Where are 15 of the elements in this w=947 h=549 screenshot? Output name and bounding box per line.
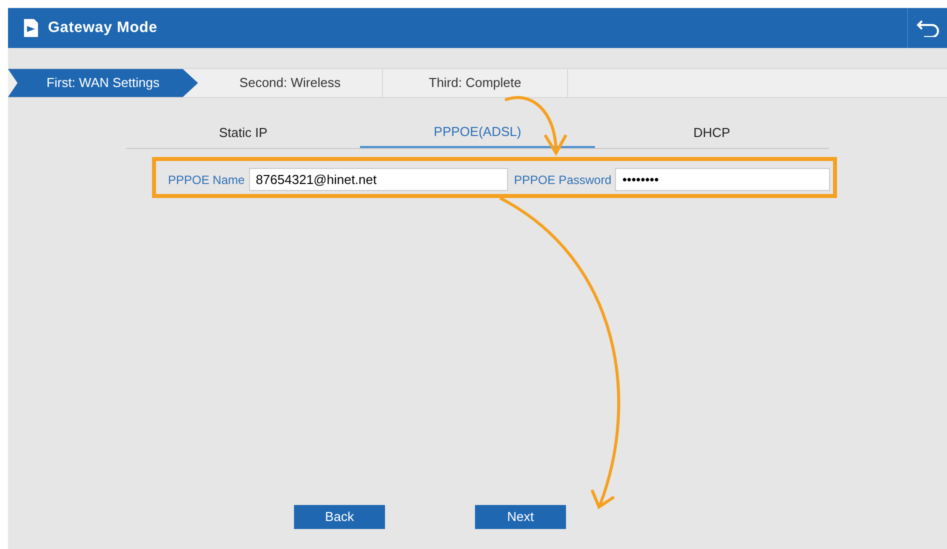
window-title: Gateway Mode [48,18,158,38]
wizard-step: Third: Complete [383,69,568,97]
wizard-step: First: WAN Settings [8,69,198,97]
return-icon [916,19,940,37]
field-label: PPPOE Name [168,172,245,188]
tab[interactable]: Static IP [126,118,360,148]
nav-button[interactable]: Next [475,505,566,529]
tab[interactable]: DHCP [594,118,829,148]
document-icon [22,18,40,38]
nav-button[interactable]: Back [294,505,385,529]
tab[interactable]: PPPOE(ADSL) [360,118,595,148]
field-label: PPPOE Password [514,172,612,188]
text-field[interactable]: 87654321@hinet.net [248,168,508,191]
text-field[interactable]: •••••••• [615,168,830,191]
wizard-step: Second: Wireless [198,69,383,97]
